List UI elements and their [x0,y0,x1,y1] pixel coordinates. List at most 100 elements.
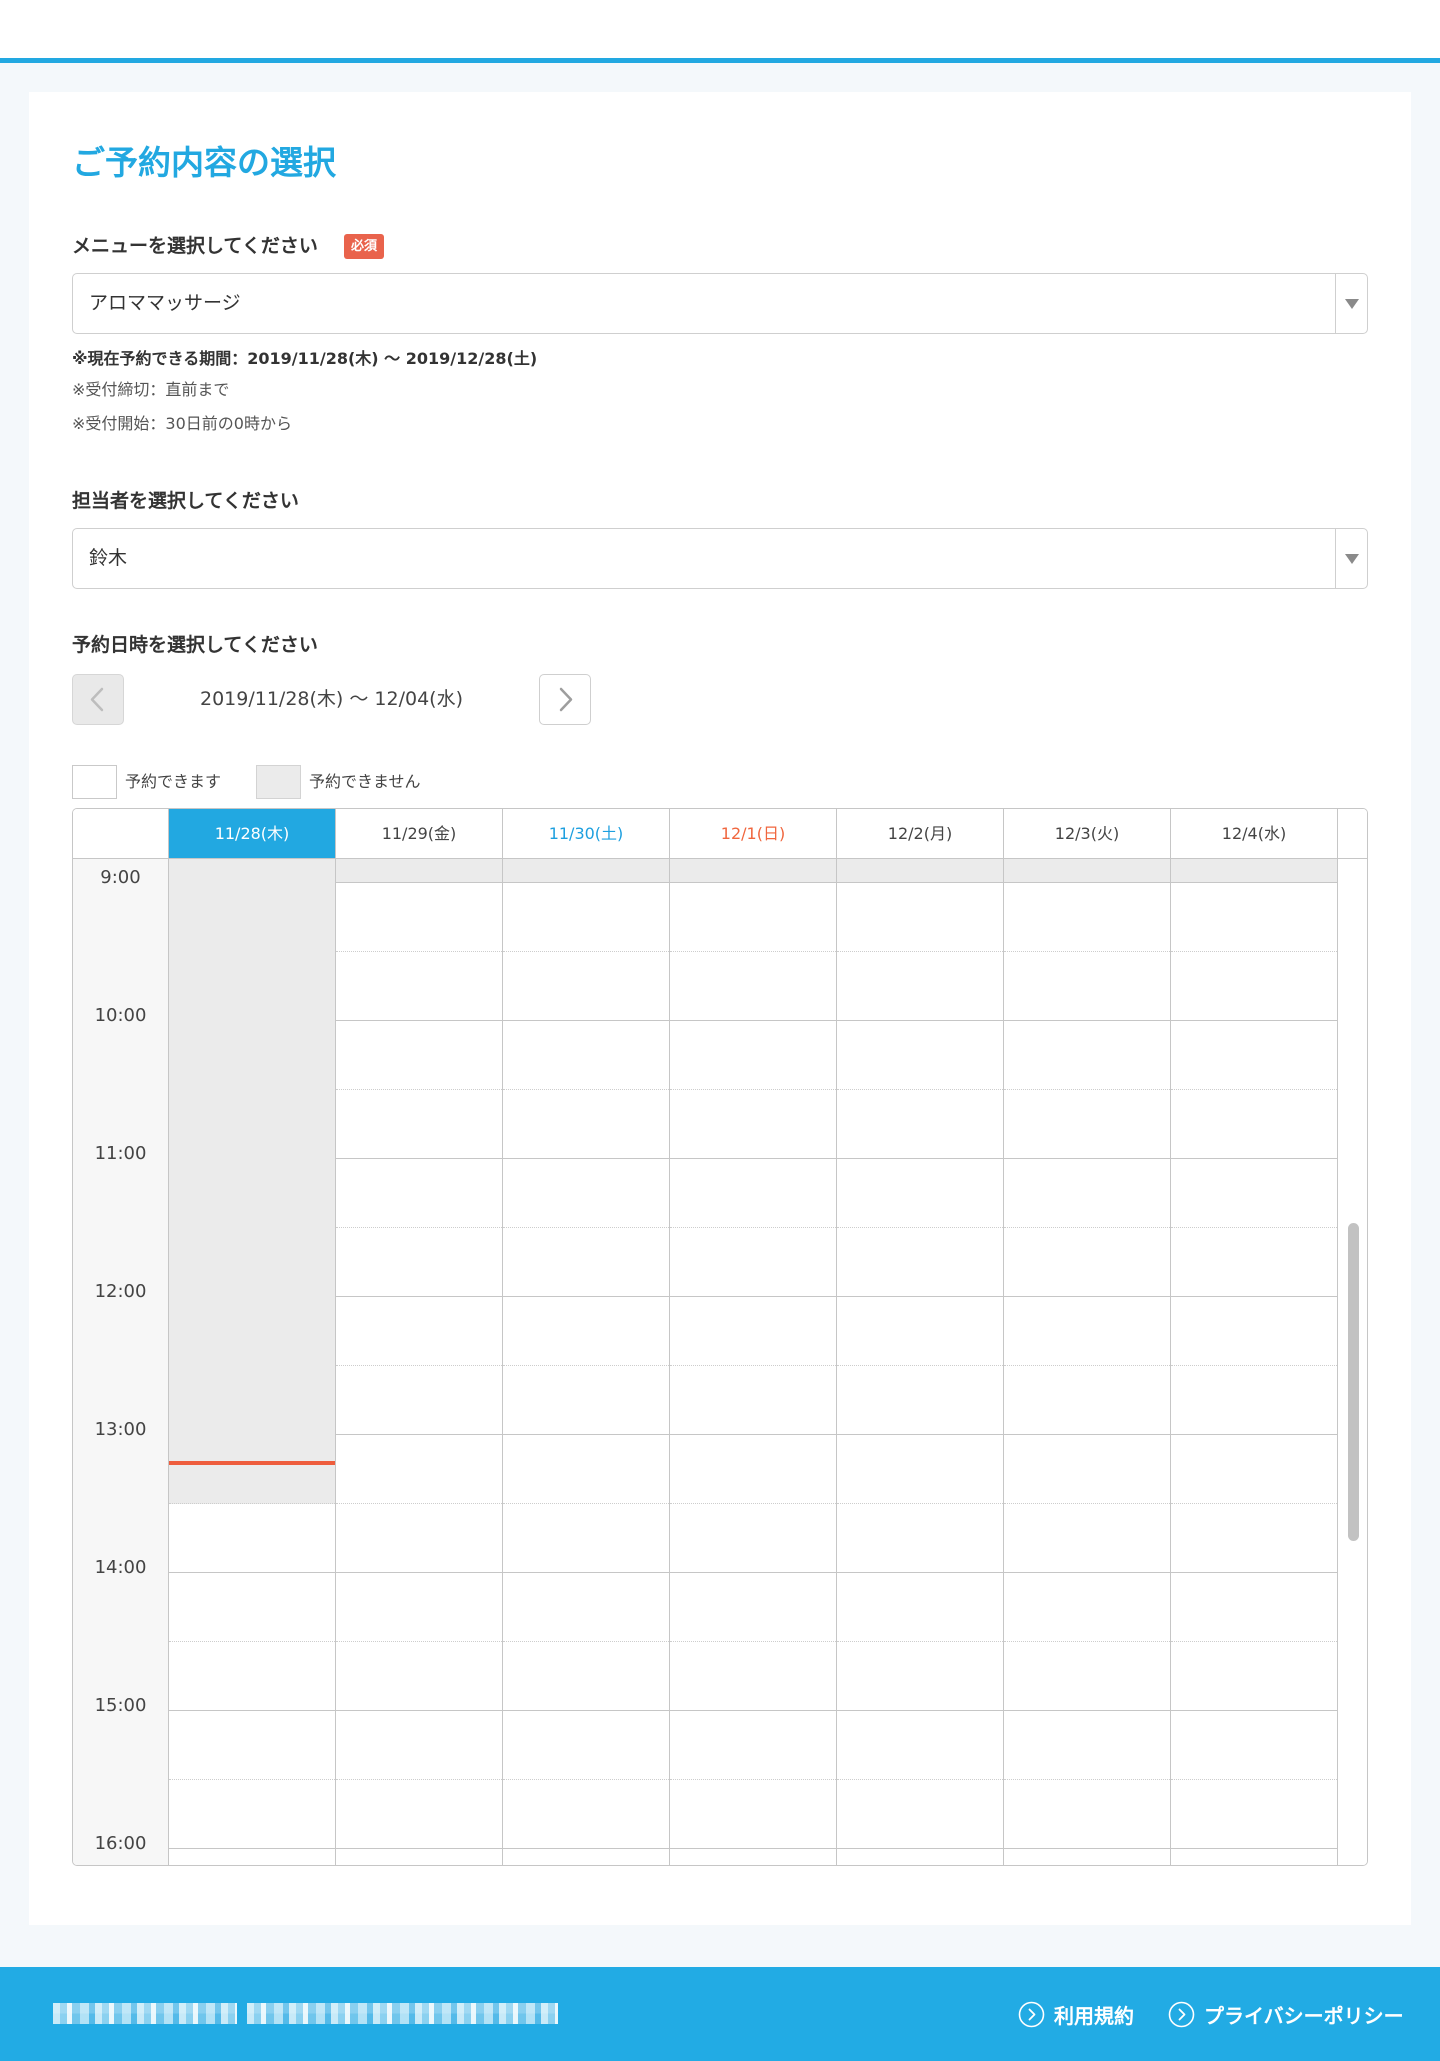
time-slot-available[interactable] [1004,1297,1170,1366]
time-slot-available[interactable] [503,1504,669,1573]
time-slot-available[interactable] [1004,1090,1170,1159]
time-slot-available[interactable] [336,952,502,1021]
menu-select-toggle[interactable] [1335,274,1367,333]
time-slot-available[interactable] [670,952,836,1021]
time-slot-available[interactable] [169,1642,335,1711]
time-slot-available[interactable] [1004,1642,1170,1711]
time-slot-available[interactable] [1004,1435,1170,1504]
time-slot-available[interactable] [503,1573,669,1642]
time-slot-available[interactable] [503,1642,669,1711]
time-slot-available[interactable] [1171,1711,1337,1780]
time-slot-available[interactable] [336,1642,502,1711]
time-slot-available[interactable] [503,1297,669,1366]
scrollbar-thumb[interactable] [1348,1223,1359,1541]
time-slot-available[interactable] [336,1228,502,1297]
time-slot-available[interactable] [1171,1642,1337,1711]
time-slot-available[interactable] [1171,1573,1337,1642]
time-slot-available[interactable] [1171,1780,1337,1849]
time-slot-available[interactable] [169,1711,335,1780]
time-slot-available[interactable] [837,1573,1003,1642]
time-slot-available[interactable] [503,1228,669,1297]
time-slot-available[interactable] [503,1780,669,1849]
time-slot-available[interactable] [1171,1090,1337,1159]
time-slot-available[interactable] [837,1297,1003,1366]
prev-week-button[interactable] [72,674,124,725]
time-slot-available[interactable] [169,1573,335,1642]
time-slot-available[interactable] [336,1504,502,1573]
time-slot-available[interactable] [336,1297,502,1366]
time-slot-available[interactable] [1004,1780,1170,1849]
time-slot-available[interactable] [837,1435,1003,1504]
time-slot-available[interactable] [837,1021,1003,1090]
time-slot-available[interactable] [837,883,1003,952]
time-slot-available[interactable] [837,1504,1003,1573]
time-slot-available[interactable] [1004,1228,1170,1297]
time-slot-available[interactable] [837,952,1003,1021]
time-slot-available[interactable] [1004,1849,1170,1865]
time-slot-available[interactable] [1004,1573,1170,1642]
time-slot-available[interactable] [1171,1228,1337,1297]
time-slot-available[interactable] [670,1297,836,1366]
time-slot-available[interactable] [1171,1849,1337,1865]
time-slot-available[interactable] [670,1573,836,1642]
time-slot-available[interactable] [670,1228,836,1297]
time-slot-available[interactable] [336,1573,502,1642]
time-slot-available[interactable] [1171,1366,1337,1435]
time-slot-available[interactable] [503,1090,669,1159]
time-slot-available[interactable] [670,1366,836,1435]
time-slot-available[interactable] [1004,1366,1170,1435]
time-slot-available[interactable] [169,1504,335,1573]
menu-select[interactable]: アロママッサージ [72,273,1368,334]
time-slot-available[interactable] [336,1435,502,1504]
time-slot-available[interactable] [1171,883,1337,952]
time-slot-available[interactable] [670,1780,836,1849]
time-slot-available[interactable] [1004,952,1170,1021]
time-slot-available[interactable] [503,1159,669,1228]
time-slot-available[interactable] [670,1849,836,1865]
staff-select[interactable]: 鈴木 [72,528,1368,589]
time-slot-available[interactable] [336,883,502,952]
time-slot-available[interactable] [837,1090,1003,1159]
time-slot-available[interactable] [169,1849,335,1865]
next-week-button[interactable] [539,674,591,725]
privacy-policy-link[interactable]: プライバシーポリシー [1168,1997,1404,2031]
time-slot-available[interactable] [1171,952,1337,1021]
time-slot-available[interactable] [336,1711,502,1780]
time-slot-available[interactable] [1004,1504,1170,1573]
time-slot-available[interactable] [837,1159,1003,1228]
staff-select-toggle[interactable] [1335,529,1367,588]
time-slot-available[interactable] [1004,883,1170,952]
time-slot-available[interactable] [336,1090,502,1159]
time-slot-available[interactable] [503,1849,669,1865]
time-slot-available[interactable] [1004,1159,1170,1228]
time-slot-available[interactable] [670,1090,836,1159]
time-slot-available[interactable] [670,1711,836,1780]
time-slot-available[interactable] [670,883,836,952]
time-slot-available[interactable] [670,1642,836,1711]
time-slot-available[interactable] [336,1159,502,1228]
calendar-scrollbar[interactable] [1338,859,1367,1865]
time-slot-available[interactable] [503,883,669,952]
time-slot-available[interactable] [503,1366,669,1435]
time-slot-available[interactable] [1171,1504,1337,1573]
time-slot-available[interactable] [336,1780,502,1849]
time-slot-available[interactable] [169,1780,335,1849]
time-slot-available[interactable] [336,1021,502,1090]
time-slot-available[interactable] [503,1435,669,1504]
time-slot-available[interactable] [837,1228,1003,1297]
time-slot-available[interactable] [1171,1159,1337,1228]
time-slot-available[interactable] [1171,1021,1337,1090]
time-slot-available[interactable] [1004,1021,1170,1090]
time-slot-available[interactable] [670,1021,836,1090]
terms-link[interactable]: 利用規約 [1018,1997,1134,2031]
time-slot-available[interactable] [670,1159,836,1228]
time-slot-available[interactable] [837,1711,1003,1780]
time-slot-available[interactable] [503,1021,669,1090]
time-slot-available[interactable] [503,952,669,1021]
time-slot-available[interactable] [336,1366,502,1435]
time-slot-available[interactable] [837,1780,1003,1849]
time-slot-available[interactable] [503,1711,669,1780]
time-slot-available[interactable] [1171,1297,1337,1366]
time-slot-available[interactable] [336,1849,502,1865]
time-slot-available[interactable] [837,1366,1003,1435]
